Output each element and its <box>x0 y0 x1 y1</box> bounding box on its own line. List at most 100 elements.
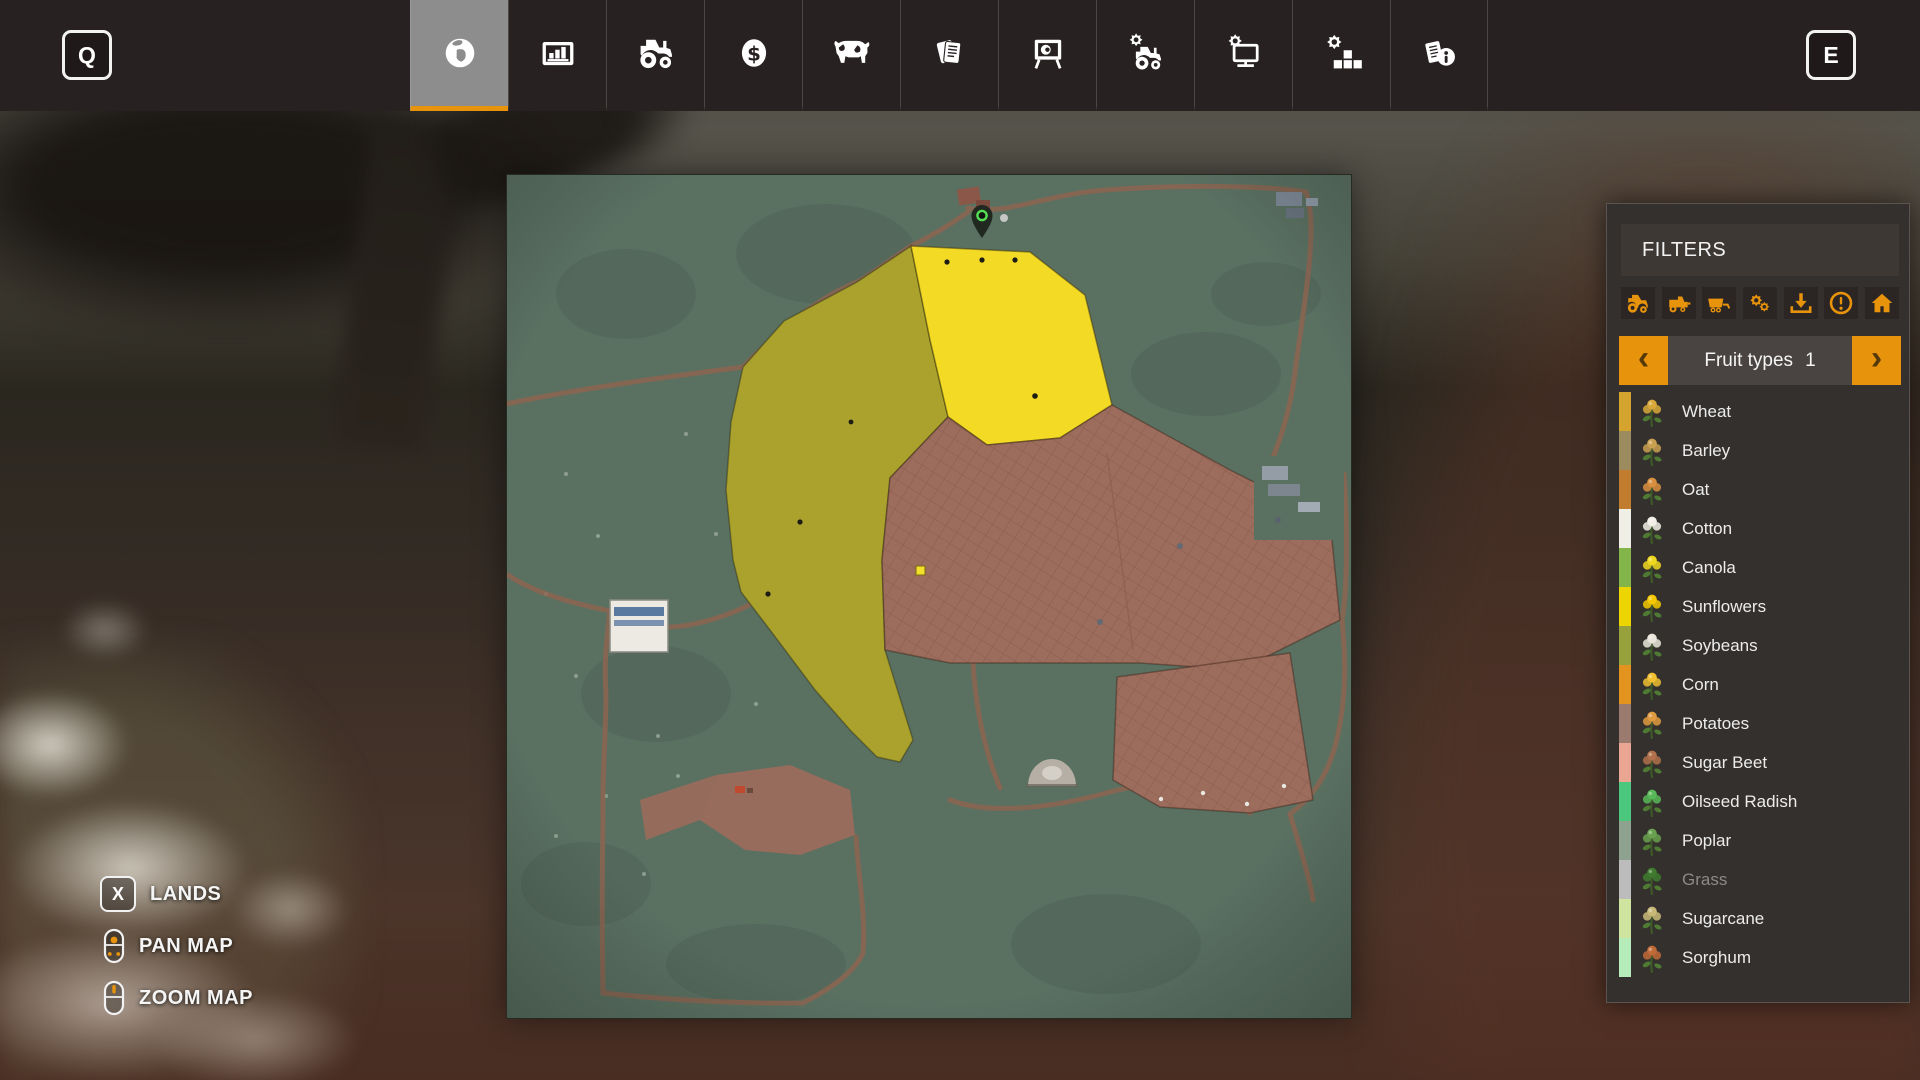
crop-color-strip <box>1619 470 1631 509</box>
blurred-flowers <box>0 690 130 800</box>
crop-row-oilseed-radish[interactable]: Oilseed Radish <box>1607 782 1909 821</box>
crop-row-sorghum[interactable]: Sorghum <box>1607 938 1909 977</box>
crop-row-canola[interactable]: Canola <box>1607 548 1909 587</box>
crop-color-strip <box>1619 782 1631 821</box>
harvester-filter-button[interactable] <box>1662 287 1696 319</box>
gears-filter-button[interactable] <box>1743 287 1777 319</box>
filter-icon-row <box>1621 285 1899 321</box>
zoom-map-label: ZOOM MAP <box>139 987 253 1010</box>
map-vignette <box>506 174 1352 1019</box>
house-filter-icon <box>1869 290 1895 316</box>
trailer-filter-button[interactable] <box>1702 287 1736 319</box>
crop-color-strip <box>1619 899 1631 938</box>
oat-icon <box>1635 473 1669 507</box>
price-board-icon <box>1026 31 1070 75</box>
pan-map-label: PAN MAP <box>139 935 233 958</box>
crop-label: Oat <box>1682 480 1709 500</box>
crop-label: Sorghum <box>1682 948 1751 968</box>
crop-label: Canola <box>1682 558 1736 578</box>
download-filter-button[interactable] <box>1784 287 1818 319</box>
blurred-tree-trunk <box>332 116 462 455</box>
crop-color-strip <box>1619 431 1631 470</box>
tab-game-settings[interactable] <box>1292 0 1390 111</box>
crop-row-grass[interactable]: Grass <box>1607 860 1909 899</box>
crop-color-strip <box>1619 548 1631 587</box>
lands-control-hint: X LANDS <box>100 876 221 912</box>
potatoes-icon <box>1635 707 1669 741</box>
filters-title: FILTERS <box>1621 224 1899 276</box>
crop-row-poplar[interactable]: Poplar <box>1607 821 1909 860</box>
monitor-gear-icon <box>1222 31 1266 75</box>
crop-row-barley[interactable]: Barley <box>1607 431 1909 470</box>
prev-menu-key-hint[interactable]: Q <box>62 30 112 80</box>
crop-row-oat[interactable]: Oat <box>1607 470 1909 509</box>
crop-label: Sugarcane <box>1682 909 1764 929</box>
crop-label: Sugar Beet <box>1682 753 1767 773</box>
category-next-button[interactable]: › <box>1852 336 1901 385</box>
tab-contracts[interactable] <box>900 0 998 111</box>
cotton-icon <box>1635 512 1669 546</box>
lands-label: LANDS <box>150 883 221 906</box>
bar-chart-icon <box>536 31 580 75</box>
gears-filter-icon <box>1747 290 1773 316</box>
crop-row-wheat[interactable]: Wheat <box>1607 392 1909 431</box>
category-label: Fruit types <box>1704 350 1793 372</box>
blurred-flowers <box>230 870 350 950</box>
sorghum-icon <box>1635 941 1669 975</box>
soybeans-icon <box>1635 629 1669 663</box>
category-prev-button[interactable]: ‹ <box>1619 336 1668 385</box>
tab-vehicles[interactable] <box>606 0 704 111</box>
tab-map[interactable] <box>410 0 508 111</box>
sugar-beet-icon <box>1635 746 1669 780</box>
barley-icon <box>1635 434 1669 468</box>
map-view[interactable] <box>506 174 1352 1019</box>
canola-icon <box>1635 551 1669 585</box>
wheat-icon <box>1635 395 1669 429</box>
tab-prices[interactable] <box>998 0 1096 111</box>
crop-color-strip <box>1619 587 1631 626</box>
crop-row-corn[interactable]: Corn <box>1607 665 1909 704</box>
trailer-filter-icon <box>1706 290 1732 316</box>
house-filter-button[interactable] <box>1865 287 1899 319</box>
crop-color-strip <box>1619 665 1631 704</box>
filters-panel: FILTERS ‹ Fruit types 1 › Wheat Barley O… <box>1606 203 1910 1003</box>
crop-row-sugar-beet[interactable]: Sugar Beet <box>1607 743 1909 782</box>
crop-row-cotton[interactable]: Cotton <box>1607 509 1909 548</box>
category-value: Fruit types 1 <box>1668 336 1852 385</box>
blurred-flowers <box>10 800 250 940</box>
crop-label: Corn <box>1682 675 1719 695</box>
gear-blocks-icon <box>1320 31 1364 75</box>
crop-color-strip <box>1619 938 1631 977</box>
filter-category-selector: ‹ Fruit types 1 › <box>1619 336 1901 385</box>
crop-label: Grass <box>1682 870 1727 890</box>
crop-label: Cotton <box>1682 519 1732 539</box>
crop-color-strip <box>1619 392 1631 431</box>
crop-label: Wheat <box>1682 402 1731 422</box>
crop-row-sunflowers[interactable]: Sunflowers <box>1607 587 1909 626</box>
pan-control-hint: PAN MAP <box>103 928 233 964</box>
tab-finances[interactable]: $ <box>704 0 802 111</box>
next-menu-key-hint[interactable]: E <box>1806 30 1856 80</box>
tab-help[interactable] <box>1390 0 1488 111</box>
alert-filter-button[interactable] <box>1824 287 1858 319</box>
crop-color-strip <box>1619 860 1631 899</box>
tractor-icon <box>634 31 678 75</box>
poplar-icon <box>1635 824 1669 858</box>
crop-label: Sunflowers <box>1682 597 1766 617</box>
tab-statistics[interactable] <box>508 0 606 111</box>
crop-label: Oilseed Radish <box>1682 792 1797 812</box>
tab-animals[interactable] <box>802 0 900 111</box>
tractor-filter-button[interactable] <box>1621 287 1655 319</box>
globe-icon <box>438 31 482 75</box>
crop-filter-list: Wheat Barley Oat Cotton Canola Sunflower… <box>1607 392 1909 977</box>
crop-row-potatoes[interactable]: Potatoes <box>1607 704 1909 743</box>
blurred-flowers <box>60 600 150 660</box>
tab-vehicle-settings[interactable] <box>1096 0 1194 111</box>
tractor-gear-icon <box>1124 31 1168 75</box>
document-info-icon <box>1417 31 1461 75</box>
crop-row-soybeans[interactable]: Soybeans <box>1607 626 1909 665</box>
download-filter-icon <box>1788 290 1814 316</box>
crop-row-sugarcane[interactable]: Sugarcane <box>1607 899 1909 938</box>
crop-color-strip <box>1619 743 1631 782</box>
tab-display-settings[interactable] <box>1194 0 1292 111</box>
